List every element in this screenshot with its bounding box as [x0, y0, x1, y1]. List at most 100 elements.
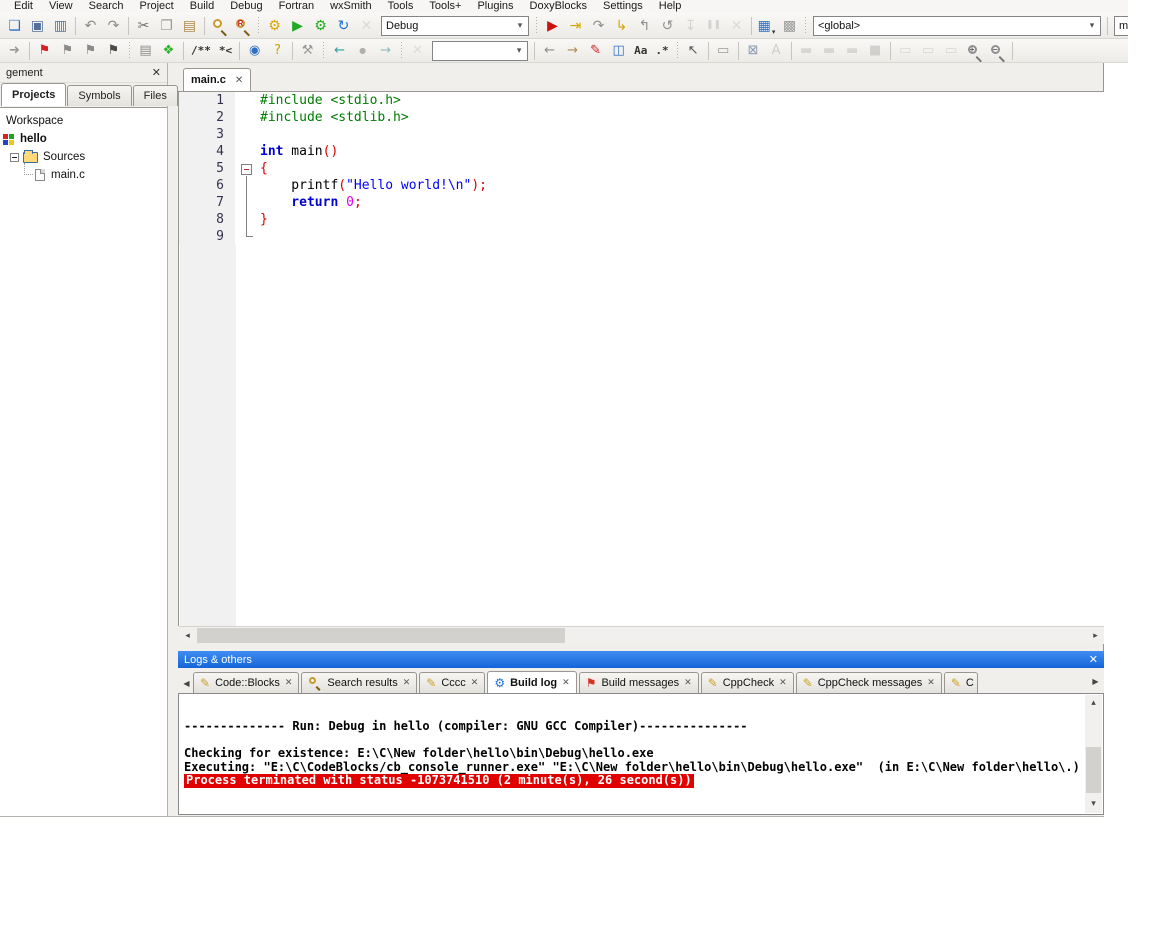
logs-tab-build-messages[interactable]: ⚑Build messages✕ [579, 672, 699, 693]
management-tab-symbols[interactable]: Symbols [67, 85, 131, 106]
replace-icon[interactable]: R [231, 15, 254, 37]
scroll-left-icon[interactable]: ◂ [179, 627, 196, 644]
doxywizard-icon[interactable]: ◉ [243, 41, 266, 61]
scrollbar-thumb[interactable] [197, 628, 565, 643]
logs-close-icon[interactable]: ✕ [1089, 653, 1098, 666]
prev-bookmark-icon[interactable]: ⚑ [56, 41, 79, 61]
logs-tab-cppcheck[interactable]: ✎CppCheck✕ [701, 672, 794, 693]
code-line[interactable]: 1#include <stdio.h> [179, 92, 1104, 109]
editor-horizontal-scrollbar[interactable]: ◂ ▸ [179, 626, 1104, 643]
fold-margin[interactable] [235, 160, 260, 177]
doxyblocks-blocks-icon[interactable]: ❖ [157, 41, 180, 61]
management-tab-files[interactable]: Files [133, 85, 178, 106]
code-line[interactable]: 2#include <stdlib.h> [179, 109, 1104, 126]
debug-continue-icon[interactable]: ▶ [541, 15, 564, 37]
menu-fortran[interactable]: Fortran [271, 0, 322, 13]
code-line[interactable]: 8} [179, 211, 1104, 228]
run-to-cursor-icon[interactable]: ⇥ [564, 15, 587, 37]
menu-search[interactable]: Search [81, 0, 132, 13]
doxyblocks-extract-icon[interactable]: ▤ [134, 41, 157, 61]
redo-icon[interactable]: ↷ [102, 15, 125, 37]
paste-icon[interactable]: ▤ [178, 15, 201, 37]
code-line[interactable]: 7 return 0; [179, 194, 1104, 211]
code-line[interactable]: 3 [179, 126, 1104, 143]
tree-item-workspace[interactable]: Workspace [0, 112, 167, 130]
tree-item-main-c[interactable]: main.c [0, 166, 167, 184]
doxyblocks-settings-icon[interactable]: ⚒ [296, 41, 319, 61]
tab-scroll-right-icon[interactable]: ▶ [1089, 671, 1102, 691]
scroll-up-icon[interactable]: ▴ [1085, 695, 1102, 712]
menu-wxsmith[interactable]: wxSmith [322, 0, 380, 13]
save-icon[interactable]: ▣ [26, 15, 49, 37]
doxy-line-comment-icon[interactable]: *< [215, 41, 236, 61]
code-editor[interactable]: 1#include <stdio.h>2#include <stdlib.h>3… [178, 91, 1104, 626]
goto-line-icon[interactable]: ➜ [3, 41, 26, 61]
next-instruction-icon[interactable]: ↺ [656, 15, 679, 37]
zoom-in-icon[interactable]: + [963, 41, 986, 61]
combo-dropdown-icon[interactable]: ▾ [1084, 20, 1100, 31]
menu-help[interactable]: Help [651, 0, 690, 13]
wxsmith-sizer-icon[interactable]: ⊠ [742, 41, 765, 61]
tab-close-icon[interactable]: ✕ [471, 678, 479, 688]
regex-icon[interactable]: .* [651, 41, 672, 61]
incsearch-next-icon[interactable]: → [561, 41, 584, 61]
browse-marker-icon[interactable]: ● [351, 41, 374, 61]
step-into-icon[interactable]: ↳ [610, 15, 633, 37]
code-line[interactable]: 5{ [179, 160, 1104, 177]
new-file-icon[interactable]: ❏ [3, 15, 26, 37]
build-icon[interactable]: ⚙ [263, 15, 286, 37]
collapse-expander-icon[interactable] [10, 153, 19, 162]
menu-doxyblocks[interactable]: DoxyBlocks [522, 0, 595, 13]
run-icon[interactable]: ▶ [286, 15, 309, 37]
wxsmith-window-icon[interactable]: ▭ [712, 41, 735, 61]
code-line[interactable]: 9 [179, 228, 1104, 245]
tree-item-project-hello[interactable]: hello [0, 130, 167, 148]
incsearch-prev-icon[interactable]: ← [538, 41, 561, 61]
tab-close-icon[interactable]: ✕ [684, 678, 692, 688]
doxygen-help-icon[interactable]: ? [266, 41, 289, 61]
menu-edit[interactable]: Edit [6, 0, 41, 13]
browse-forward-icon[interactable]: → [374, 41, 397, 61]
browse-back-icon[interactable]: ← [328, 41, 351, 61]
tab-scroll-left-icon[interactable]: ◀ [180, 673, 193, 693]
symbol-scope-select[interactable]: <global>▾ [813, 16, 1101, 36]
wxsmith-pointer-icon[interactable]: ↖ [682, 41, 705, 61]
rebuild-icon[interactable]: ↻ [332, 15, 355, 37]
menu-tools-[interactable]: Tools+ [421, 0, 469, 13]
debugging-windows-icon[interactable]: ▦▾ [755, 15, 778, 37]
combo-dropdown-icon[interactable]: ▾ [511, 45, 527, 56]
code-line[interactable]: 4int main() [179, 143, 1104, 160]
tab-close-icon[interactable]: ✕ [927, 678, 935, 688]
editor-tab-main-c[interactable]: main.c ✕ [183, 68, 251, 91]
scroll-down-icon[interactable]: ▾ [1085, 796, 1102, 813]
step-out-icon[interactable]: ↰ [633, 15, 656, 37]
incsearch-input[interactable]: ▾ [432, 41, 528, 61]
combo-dropdown-icon[interactable]: ▾ [512, 20, 528, 31]
logs-tab-cccc[interactable]: ✎Cccc✕ [419, 672, 485, 693]
logs-vertical-scrollbar[interactable]: ▴ ▾ [1085, 695, 1102, 813]
tab-close-icon[interactable]: ✕ [403, 678, 411, 688]
open-functions-select[interactable]: ma▾ [1114, 16, 1128, 36]
tab-close-icon[interactable]: ✕ [285, 678, 293, 688]
various-info-icon[interactable]: ▩ [778, 15, 801, 37]
selected-text-icon[interactable]: ◫ [607, 41, 630, 61]
menu-debug[interactable]: Debug [222, 0, 270, 13]
scrollbar-thumb[interactable] [1086, 747, 1101, 793]
menu-settings[interactable]: Settings [595, 0, 651, 13]
tab-close-icon[interactable]: ✕ [779, 678, 787, 688]
compiler-target-select[interactable]: Debug▾ [381, 16, 529, 36]
build-and-run-icon[interactable]: ⚙ [309, 15, 332, 37]
management-tab-projects[interactable]: Projects [1, 83, 66, 106]
undo-icon[interactable]: ↶ [79, 15, 102, 37]
logs-tab-search-results[interactable]: Search results✕ [301, 672, 417, 693]
highlight-occurrences-icon[interactable]: ✎ [584, 41, 607, 61]
menu-plugins[interactable]: Plugins [469, 0, 521, 13]
find-icon[interactable] [208, 15, 231, 37]
zoom-out-icon[interactable]: − [986, 41, 1009, 61]
clear-bookmarks-icon[interactable]: ⚑ [102, 41, 125, 61]
code-line[interactable]: 6 printf("Hello world!\n"); [179, 177, 1104, 194]
next-bookmark-icon[interactable]: ⚑ [79, 41, 102, 61]
logs-tab-cppcheck-messages[interactable]: ✎CppCheck messages✕ [796, 672, 942, 693]
save-all-icon[interactable]: ▥ [49, 15, 72, 37]
menu-project[interactable]: Project [131, 0, 181, 13]
